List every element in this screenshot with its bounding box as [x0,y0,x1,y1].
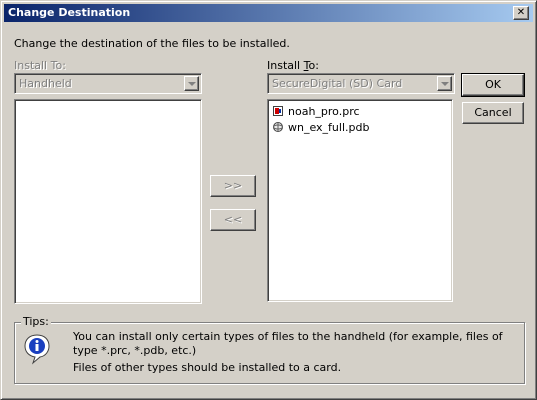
left-combo-value: Handheld [19,77,72,90]
tips-line-3: Files of other types should be installed… [73,361,342,374]
title-bar[interactable]: Change Destination ✕ [4,4,533,22]
window-title: Change Destination [8,6,131,19]
move-left-button[interactable]: << [210,209,256,231]
file-name: wn_ex_full.pdb [288,121,370,134]
left-combo-dropdown-icon [184,76,199,91]
list-item[interactable]: noah_pro.prc [268,104,452,120]
tips-label: Tips: [21,315,51,328]
ok-button[interactable]: OK [461,73,525,97]
right-label-suffix: o: [308,59,319,72]
right-combo-value: SecureDigital (SD) Card [272,77,403,90]
cancel-button[interactable]: Cancel [462,102,524,124]
right-file-list[interactable]: noah_pro.prc wn_ex_full.pdb [267,99,453,302]
tips-group: Tips: You can install only certain types… [14,315,525,384]
right-install-to-label: Install To: [267,59,319,72]
move-right-button[interactable]: >> [210,175,256,197]
close-icon: ✕ [516,7,526,18]
close-button[interactable]: ✕ [513,6,529,20]
file-name: noah_pro.prc [288,105,360,118]
prc-file-icon [273,106,283,116]
left-file-list[interactable] [14,99,202,304]
info-icon [24,334,50,365]
tips-line-2: type *.prc, *.pdb, etc.) [73,344,197,357]
left-destination-combo: Handheld [14,73,202,94]
instructions-text: Change the destination of the files to b… [14,37,290,50]
list-item[interactable]: wn_ex_full.pdb [268,120,452,136]
right-destination-combo[interactable]: SecureDigital (SD) Card [267,73,455,94]
left-install-to-label: Install To: [14,59,66,72]
pdb-file-icon [273,122,283,132]
tips-line-1: You can install only certain types of fi… [73,330,503,343]
right-combo-dropdown-icon[interactable] [437,76,452,91]
change-destination-dialog: Change Destination ✕ Change the destinat… [0,0,537,400]
right-label-prefix: Install [267,59,304,72]
